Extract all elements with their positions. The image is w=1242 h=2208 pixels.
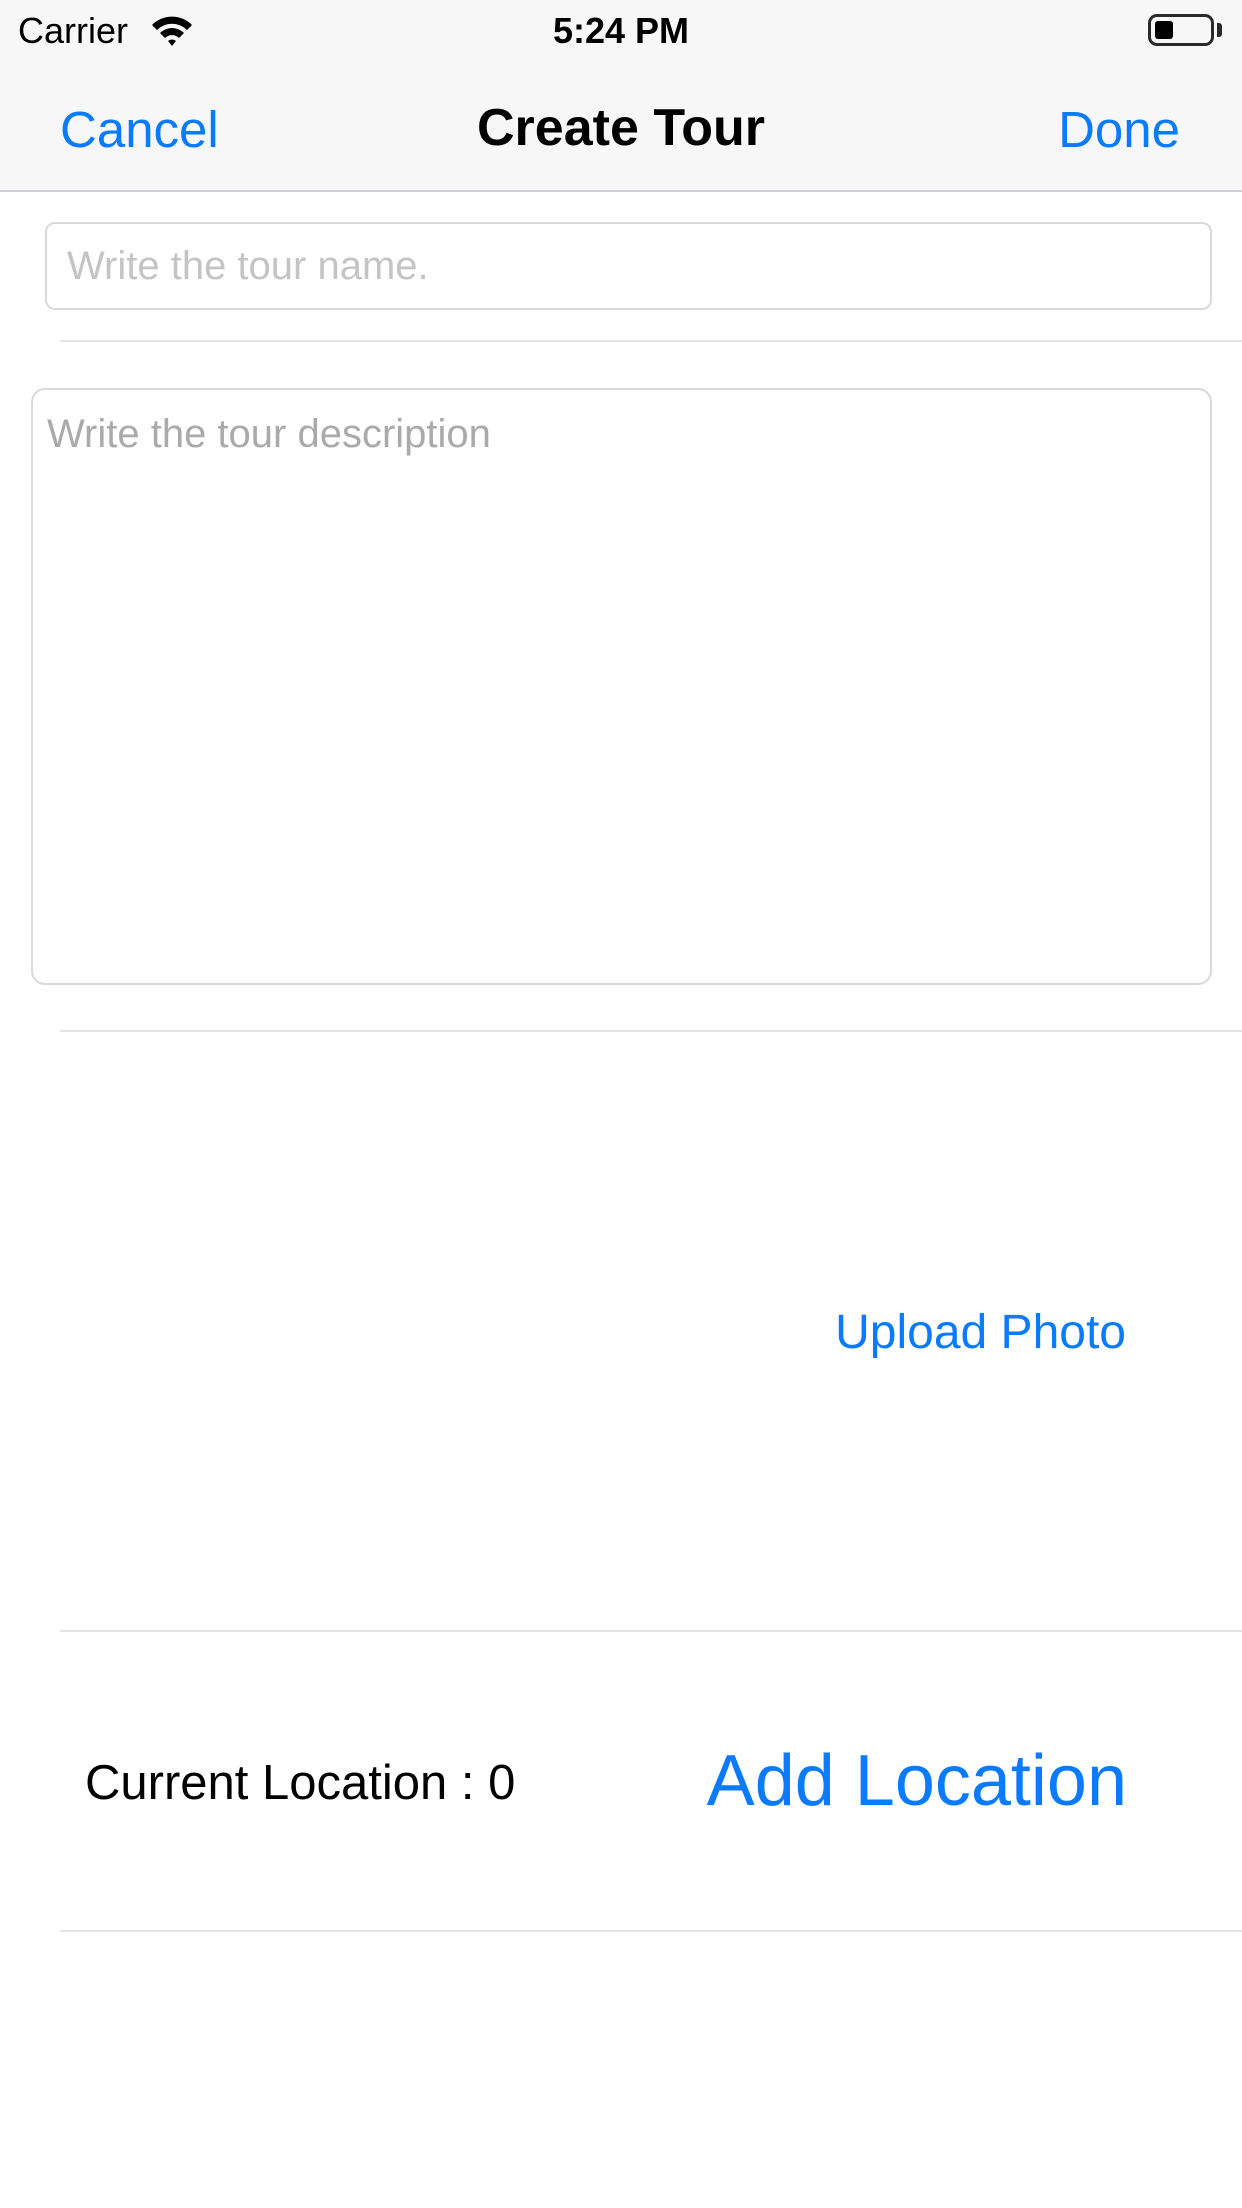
separator bbox=[60, 1030, 1242, 1032]
separator bbox=[60, 340, 1242, 342]
battery-level bbox=[1155, 21, 1173, 39]
status-time: 5:24 PM bbox=[552, 10, 690, 51]
upload-photo-button[interactable]: Upload Photo bbox=[835, 1305, 1126, 1360]
page-title: Create Tour bbox=[477, 99, 765, 157]
separator bbox=[60, 1930, 1242, 1932]
battery-icon bbox=[1148, 14, 1214, 46]
current-location-label: Current Location : 0 bbox=[85, 1756, 516, 1810]
separator bbox=[60, 1630, 1242, 1632]
battery-cap bbox=[1217, 23, 1222, 37]
tour-description-input[interactable] bbox=[31, 388, 1212, 985]
navigation-bar: Cancel Create Tour Done bbox=[0, 60, 1242, 192]
status-bar: Carrier 5:24 PM bbox=[0, 0, 1242, 60]
tour-name-input[interactable] bbox=[45, 222, 1212, 310]
done-button[interactable]: Done bbox=[1058, 100, 1180, 159]
add-location-button[interactable]: Add Location bbox=[707, 1740, 1127, 1822]
